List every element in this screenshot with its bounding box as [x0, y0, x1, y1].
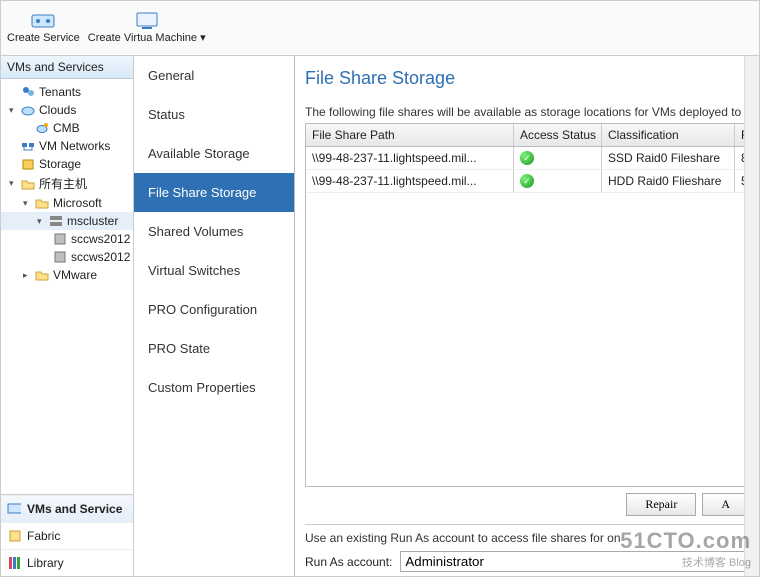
nav-item-mscluster[interactable]: ▾ mscluster	[1, 212, 133, 230]
cell-access: ✓	[514, 170, 602, 192]
nav-item-label: Clouds	[39, 103, 76, 117]
col-path[interactable]: File Share Path	[306, 124, 514, 146]
settings-option-pro-state[interactable]: PRO State	[134, 329, 294, 368]
nav-item-label: 所有主机	[39, 175, 87, 192]
settings-list: GeneralStatusAvailable StorageFile Share…	[134, 56, 295, 576]
service-icon	[31, 11, 55, 31]
intro-text: The following file shares will be availa…	[305, 105, 749, 119]
folder-icon	[35, 268, 49, 282]
nav-item--[interactable]: ▾ 所有主机	[1, 173, 133, 194]
create-service-button[interactable]: Create Service	[7, 3, 80, 53]
nav-item-label: CMB	[53, 121, 80, 135]
grid-body: \\99-48-237-11.lightspeed.mil... ✓ SSD Rai…	[306, 147, 748, 486]
settings-option-file-share-storage[interactable]: File Share Storage	[134, 173, 294, 212]
expander-icon: ▾	[37, 216, 45, 227]
table-row[interactable]: \\99-48-237-11.lightspeed.mil... ✓ HDD Rai…	[306, 170, 748, 193]
settings-option-available-storage[interactable]: Available Storage	[134, 134, 294, 173]
runas-hint: Use an existing Run As account to access…	[305, 531, 749, 545]
cloud-dot-icon	[35, 121, 49, 135]
nav-item-vm-networks[interactable]: VM Networks	[1, 137, 133, 155]
wunderbar-fabric[interactable]: Fabric	[1, 522, 133, 549]
settings-option-status[interactable]: Status	[134, 95, 294, 134]
wunderbar-vms-and-service[interactable]: VMs and Service	[1, 495, 133, 522]
runas-input[interactable]	[400, 551, 749, 572]
expander-icon: ▾	[9, 178, 17, 189]
tenants-icon	[21, 85, 35, 99]
expander-icon: ▸	[23, 270, 31, 281]
runas-label: Run As account:	[305, 555, 392, 569]
page-title: File Share Storage	[305, 68, 749, 89]
wunderbar-label: Library	[27, 556, 64, 570]
host-icon	[53, 250, 67, 264]
create-service-label: Create Service	[7, 32, 80, 44]
nav-item-storage[interactable]: Storage	[1, 155, 133, 173]
expander-icon: ▾	[9, 105, 17, 116]
nav-item-label: VMware	[53, 268, 97, 282]
settings-option-pro-configuration[interactable]: PRO Configuration	[134, 290, 294, 329]
nav-item-microsoft[interactable]: ▾ Microsoft	[1, 194, 133, 212]
ribbon-toolbar: Create Service Create Virtua Machine ▾	[1, 1, 759, 56]
folder-icon	[21, 177, 35, 191]
fabric-icon	[7, 529, 21, 543]
settings-option-shared-volumes[interactable]: Shared Volumes	[134, 212, 294, 251]
grid-buttons: Repair A	[305, 487, 749, 522]
scrollbar[interactable]	[744, 56, 759, 576]
settings-option-general[interactable]: General	[134, 56, 294, 95]
host-icon	[53, 232, 67, 246]
library-icon	[7, 556, 21, 570]
repair-button[interactable]: Repair	[626, 493, 696, 516]
expander-icon: ▾	[23, 198, 31, 209]
create-vm-button[interactable]: Create Virtua Machine ▾	[88, 3, 206, 53]
nav-item-label: Microsoft	[53, 196, 102, 210]
nav-item-label: sccws2012	[71, 250, 130, 264]
cluster-icon	[49, 214, 63, 228]
left-nav: VMs and Services Tenants ▾ Clouds CMB VM Net…	[1, 56, 134, 576]
ok-icon: ✓	[520, 174, 534, 188]
wunderbar: VMs and Service Fabric Library	[1, 494, 133, 576]
wunderbar-library[interactable]: Library	[1, 549, 133, 576]
nav-item-label: sccws2012	[71, 232, 130, 246]
create-vm-label: Create Virtua Machine ▾	[88, 32, 206, 44]
nav-item-sccws2012[interactable]: sccws2012	[1, 230, 133, 248]
nav-item-label: VM Networks	[39, 139, 110, 153]
cell-class: HDD Raid0 Flieshare	[602, 170, 735, 192]
nav-item-clouds[interactable]: ▾ Clouds	[1, 101, 133, 119]
grid-header: File Share Path Access Status Classifica…	[306, 124, 748, 147]
nav-item-label: mscluster	[67, 214, 118, 228]
vmnet-icon	[21, 139, 35, 153]
vm-icon	[135, 11, 159, 31]
nav-item-cmb[interactable]: CMB	[1, 119, 133, 137]
ok-icon: ✓	[520, 151, 534, 165]
nav-section-title: VMs and Services	[1, 56, 133, 79]
vms-icon	[7, 502, 21, 516]
settings-option-virtual-switches[interactable]: Virtual Switches	[134, 251, 294, 290]
wunderbar-label: VMs and Service	[27, 502, 122, 516]
nav-item-tenants[interactable]: Tenants	[1, 83, 133, 101]
add-button[interactable]: A	[702, 493, 749, 516]
nav-item-vmware[interactable]: ▸ VMware	[1, 266, 133, 284]
nav-item-sccws2012[interactable]: sccws2012	[1, 248, 133, 266]
cell-class: SSD Raid0 Fileshare	[602, 147, 735, 169]
fileshare-grid: File Share Path Access Status Classifica…	[305, 123, 749, 487]
table-row[interactable]: \\99-48-237-11.lightspeed.mil... ✓ SSD Rai…	[306, 147, 748, 170]
nav-tree: Tenants ▾ Clouds CMB VM Networks Storage ▾ 所有主机…	[1, 79, 133, 494]
settings-option-custom-properties[interactable]: Custom Properties	[134, 368, 294, 407]
wunderbar-label: Fabric	[27, 529, 60, 543]
runas-section: Use an existing Run As account to access…	[305, 524, 749, 572]
cell-path: \\99-48-237-11.lightspeed.mil...	[306, 170, 514, 192]
cloud-icon	[21, 103, 35, 117]
cell-access: ✓	[514, 147, 602, 169]
col-class[interactable]: Classification	[602, 124, 735, 146]
cell-path: \\99-48-237-11.lightspeed.mil...	[306, 147, 514, 169]
nav-item-label: Tenants	[39, 85, 81, 99]
detail-pane: File Share Storage The following file sh…	[295, 56, 759, 576]
nav-item-label: Storage	[39, 157, 81, 171]
col-access[interactable]: Access Status	[514, 124, 602, 146]
folder-icon	[35, 196, 49, 210]
storage-icon	[21, 157, 35, 171]
